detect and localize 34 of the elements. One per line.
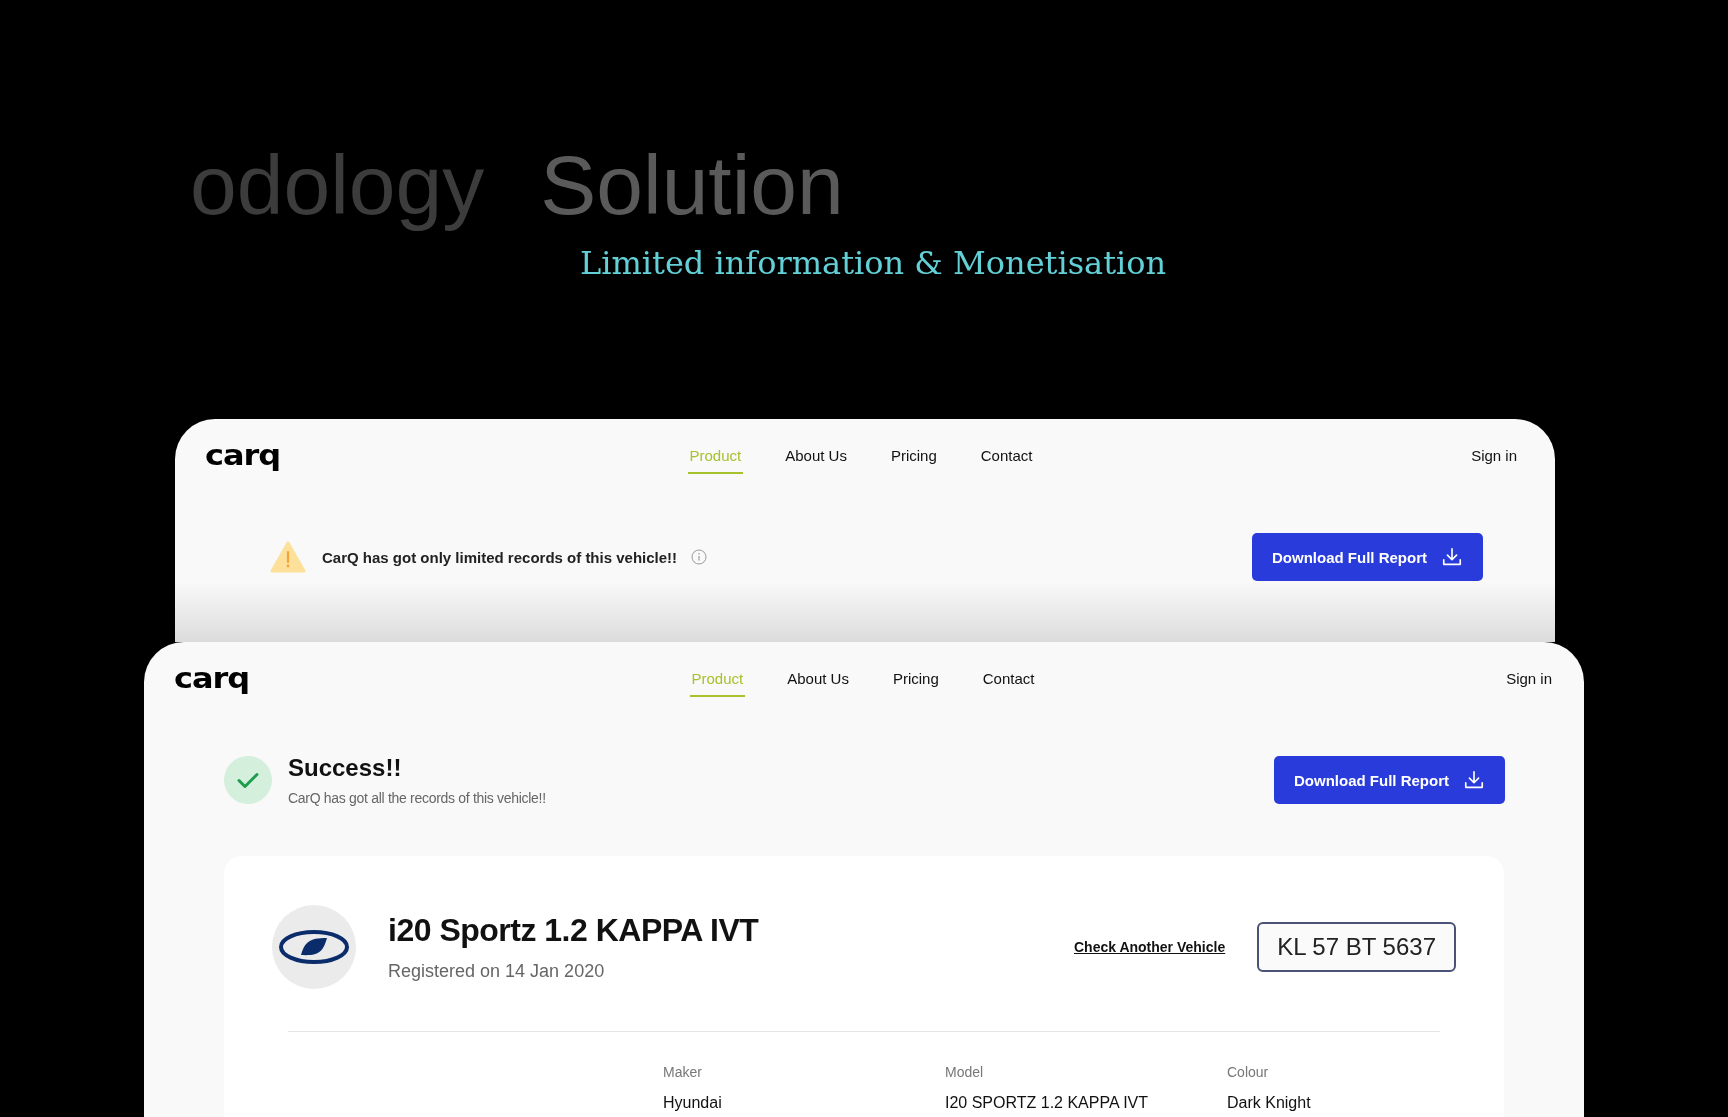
section-title: Solution xyxy=(540,137,844,234)
download-icon xyxy=(1441,546,1463,568)
download-report-button[interactable]: Download Full Report xyxy=(1274,756,1505,804)
warning-icon xyxy=(270,541,306,573)
carq-logo[interactable]: carq xyxy=(205,437,281,473)
carq-logo[interactable]: carq xyxy=(174,660,250,696)
check-another-vehicle-link[interactable]: Check Another Vehicle xyxy=(1074,939,1226,955)
success-check-icon xyxy=(224,756,272,804)
nav-link[interactable]: About Us xyxy=(785,659,851,697)
download-report-button[interactable]: Download Full Report xyxy=(1252,533,1483,581)
section-subtitle: Limited information & Monetisation xyxy=(580,243,1168,282)
detail-value: I20 SPORTZ 1.2 KAPPA IVT xyxy=(945,1094,1150,1112)
detail-value: Dark Knight xyxy=(1227,1094,1312,1112)
nav-link[interactable]: Pricing xyxy=(890,659,941,697)
detail-label: Colour xyxy=(1227,1064,1270,1080)
vehicle-name: i20 Sportz 1.2 KAPPA IVT xyxy=(388,912,760,949)
download-icon xyxy=(1463,769,1485,791)
success-title: Success!! xyxy=(288,754,403,782)
brand-logo-icon xyxy=(279,930,349,964)
success-message: CarQ has got all the records of this vehicle!! xyxy=(288,790,546,806)
nav-link[interactable]: Pricing xyxy=(888,436,939,474)
alert-message: CarQ has got only limited records of this vehicle!! xyxy=(322,548,678,566)
number-plate: KL 57 BT 5637 xyxy=(1257,922,1456,972)
sign-in-link[interactable]: Sign in xyxy=(1471,446,1517,464)
nav-link[interactable]: Contact xyxy=(978,436,1035,474)
info-icon[interactable] xyxy=(691,549,708,565)
sign-in-link[interactable]: Sign in xyxy=(1506,669,1552,687)
previous-section-title: odology xyxy=(190,137,485,234)
detail-label: Model xyxy=(945,1064,985,1080)
detail-label: Maker xyxy=(663,1064,703,1080)
registration-date: Registered on 14 Jan 2020 xyxy=(388,961,606,982)
nav-link[interactable]: Contact xyxy=(980,659,1037,697)
detail-value: Hyundai xyxy=(663,1094,723,1112)
nav-link[interactable]: About Us xyxy=(783,436,849,474)
